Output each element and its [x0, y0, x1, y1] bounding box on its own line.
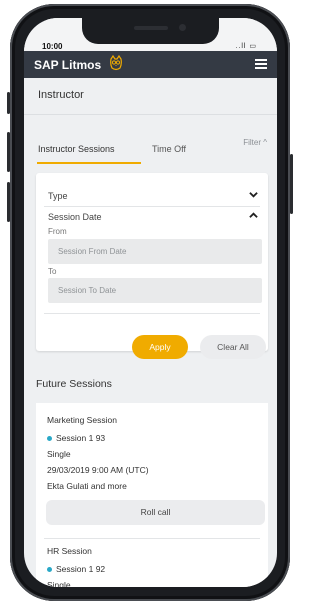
session-number-text: Session 1 93	[56, 433, 106, 443]
session-number-text: Session 1 92	[56, 564, 106, 574]
session-title[interactable]: Marketing Session	[47, 415, 117, 425]
chevron-down-icon[interactable]	[249, 190, 258, 199]
tab-instructor-sessions[interactable]: Instructor Sessions	[38, 144, 115, 154]
future-sessions-heading: Future Sessions	[36, 378, 112, 390]
session-number: Session 1 93	[47, 433, 105, 443]
page-title: Instructor	[38, 89, 84, 101]
speaker	[134, 26, 168, 30]
tab-time-off[interactable]: Time Off	[152, 144, 186, 154]
from-label: From	[48, 227, 67, 236]
roll-call-button[interactable]: Roll call	[46, 500, 265, 525]
divider	[44, 313, 260, 314]
volume-down-button	[7, 182, 10, 222]
signal-battery-icon: ..ll ▭	[235, 43, 257, 50]
session-list: Marketing Session Session 1 93 Single 29…	[36, 403, 268, 587]
divider	[44, 538, 260, 539]
chevron-up-icon[interactable]	[249, 211, 258, 220]
status-time: 10:00	[42, 42, 63, 51]
apply-button[interactable]: Apply	[132, 335, 188, 359]
to-label: To	[48, 267, 57, 276]
session-to-date-input[interactable]: Session To Date	[48, 278, 262, 303]
active-tab-indicator	[37, 162, 141, 164]
session-type: Single	[47, 449, 71, 459]
session-title[interactable]: HR Session	[47, 546, 92, 556]
session-datetime: 29/03/2019 9:00 AM (UTC)	[47, 465, 149, 475]
mute-switch	[7, 92, 10, 114]
brand-name: SAP Litmos	[34, 58, 102, 72]
clear-all-button[interactable]: Clear All	[200, 335, 266, 359]
hamburger-menu-icon[interactable]	[255, 59, 267, 69]
session-number: Session 1 92	[47, 564, 105, 574]
session-to-date-placeholder: Session To Date	[58, 286, 117, 295]
power-button	[290, 154, 293, 214]
front-camera	[179, 24, 186, 31]
page-title-bar: Instructor	[24, 78, 277, 114]
divider	[24, 114, 277, 115]
session-type: Single	[47, 580, 71, 587]
session-from-date-input[interactable]: Session From Date	[48, 239, 262, 264]
notch	[82, 18, 219, 44]
session-date-label[interactable]: Session Date	[48, 212, 102, 222]
tab-bar: Instructor Sessions Time Off Filter ^	[24, 136, 277, 166]
status-dot-icon	[47, 567, 52, 573]
phone-screen: 10:00 ..ll ▭ SAP Litmos Instructor Instr…	[24, 18, 277, 587]
status-dot-icon	[47, 436, 52, 442]
filter-panel: Type Session Date From Session From Date…	[36, 173, 268, 359]
filter-toggle[interactable]: Filter ^	[243, 138, 267, 147]
volume-up-button	[7, 132, 10, 172]
type-label[interactable]: Type	[48, 191, 68, 201]
app-header: SAP Litmos	[24, 51, 277, 78]
session-from-date-placeholder: Session From Date	[58, 247, 127, 256]
divider	[44, 206, 260, 207]
owl-icon	[110, 55, 122, 71]
session-instructors: Ekta Gulati and more	[47, 481, 127, 491]
